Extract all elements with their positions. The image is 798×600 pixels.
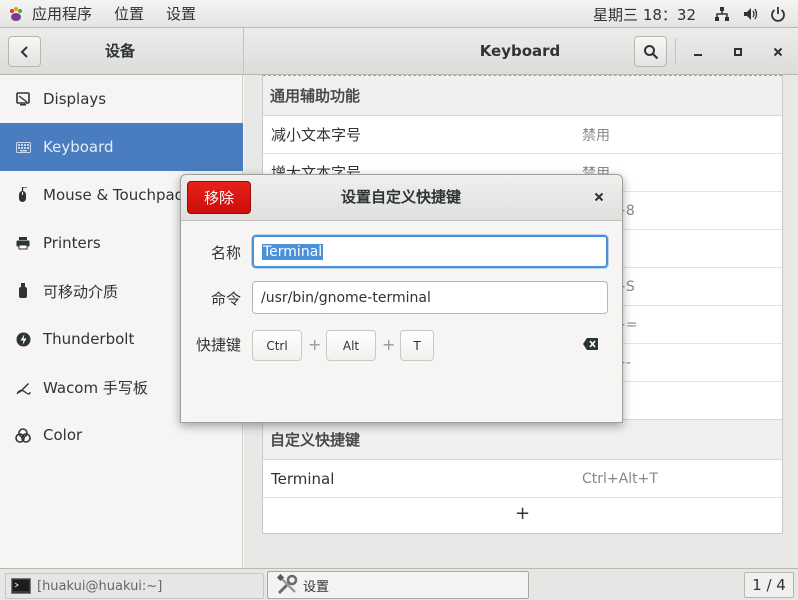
- minimize-icon: [694, 53, 702, 56]
- remove-button[interactable]: 移除: [187, 181, 251, 214]
- mouse-icon: [15, 187, 31, 203]
- custom-shortcut-row[interactable]: Terminal Ctrl+Alt+T: [263, 460, 782, 498]
- dialog-header: 移除 设置自定义快捷键: [181, 175, 622, 221]
- taskbar-item-terminal[interactable]: [huakui@huakui:~]: [5, 573, 264, 599]
- key-t: T: [400, 330, 434, 361]
- terminal-icon: [11, 578, 31, 594]
- color-icon: [15, 427, 31, 443]
- power-icon[interactable]: [770, 6, 786, 22]
- taskbar-item-label: 设置: [303, 579, 330, 595]
- name-field[interactable]: Terminal: [252, 235, 608, 268]
- places-menu-label: 位置: [114, 5, 145, 23]
- taskbar-item-label: [huakui@huakui:~]: [37, 578, 163, 594]
- name-field-value: Terminal: [262, 243, 324, 260]
- keyboard-icon: [15, 139, 31, 155]
- workspace-switcher[interactable]: 1 / 4: [744, 572, 794, 598]
- header-separator: [675, 38, 676, 65]
- taskbar-item-settings[interactable]: 设置: [267, 571, 529, 599]
- settings-menu-label: 设置: [166, 5, 197, 23]
- shortcut-name: Terminal: [271, 469, 335, 488]
- applications-menu-label: 应用程序: [32, 5, 93, 23]
- close-button[interactable]: [763, 36, 793, 67]
- backspace-icon[interactable]: [582, 336, 600, 352]
- header-bar: 设备 Keyboard: [0, 28, 798, 75]
- add-shortcut-button[interactable]: +: [263, 494, 782, 533]
- printer-icon: [15, 235, 31, 251]
- search-icon: [643, 44, 658, 59]
- shortcut-label: 快捷键: [195, 336, 241, 354]
- command-label: 命令: [210, 290, 241, 308]
- header-divider: [243, 28, 244, 75]
- sidebar-item-label: Thunderbolt: [43, 330, 135, 348]
- sidebar-item-displays[interactable]: Displays: [0, 75, 243, 123]
- sidebar-item-label: Keyboard: [43, 138, 114, 156]
- section-custom-header: 自定义快捷键: [263, 420, 782, 460]
- shortcut-value: Ctrl+Alt+T: [582, 470, 658, 487]
- sidebar-item-label: 可移动介质: [43, 282, 119, 301]
- sidebar-item-label: Displays: [43, 90, 107, 108]
- key-plus: +: [382, 335, 396, 354]
- command-field[interactable]: /usr/bin/gnome-terminal: [252, 281, 608, 314]
- tablet-icon: [15, 379, 31, 395]
- back-button[interactable]: [8, 36, 41, 67]
- key-alt: Alt: [326, 330, 376, 361]
- clock[interactable]: 星期三 18：32: [593, 4, 696, 25]
- sidebar-item-keyboard[interactable]: Keyboard: [0, 123, 243, 171]
- maximize-icon: [734, 47, 742, 56]
- network-icon[interactable]: [714, 6, 730, 22]
- gnome-foot-icon: [10, 6, 22, 21]
- removable-media-icon: [15, 283, 31, 299]
- thunderbolt-icon: [15, 331, 31, 347]
- dialog-title: 设置自定义快捷键: [340, 188, 461, 206]
- applications-menu[interactable]: 应用程序: [0, 0, 102, 28]
- key-ctrl: Ctrl: [252, 330, 302, 361]
- shortcut-row[interactable]: 减小文本字号 禁用: [263, 116, 782, 154]
- sidebar-item-label: Wacom 手写板: [43, 378, 148, 397]
- sidebar-item-label: Mouse & Touchpad: [43, 186, 185, 204]
- sidebar-title: 设备: [104, 42, 135, 60]
- settings-menu[interactable]: 设置: [154, 0, 206, 28]
- close-icon: [594, 192, 604, 202]
- panel-title: Keyboard: [479, 42, 561, 60]
- command-field-value: /usr/bin/gnome-terminal: [261, 289, 431, 306]
- settings-tools-icon: [276, 574, 298, 595]
- search-button[interactable]: [634, 36, 667, 67]
- chevron-left-icon: [20, 45, 28, 58]
- section-accessibility-header: 通用辅助功能: [263, 76, 782, 116]
- shortcut-name: 减小文本字号: [271, 126, 362, 144]
- minimize-button[interactable]: [683, 36, 713, 67]
- top-bar: 应用程序 位置 设置 星期三 18：32: [0, 0, 798, 28]
- key-plus: +: [308, 335, 322, 354]
- shortcut-value: 禁用: [582, 127, 610, 144]
- name-label: 名称: [210, 244, 241, 262]
- sidebar-item-label: Printers: [43, 234, 101, 252]
- display-icon: [15, 91, 31, 107]
- bottom-panel: [huakui@huakui:~] 设置 1 / 4: [0, 568, 798, 600]
- maximize-button[interactable]: [723, 36, 753, 67]
- dialog-close-button[interactable]: [587, 185, 611, 209]
- places-menu[interactable]: 位置: [102, 0, 154, 28]
- close-icon: [773, 47, 783, 56]
- volume-icon[interactable]: [742, 6, 758, 22]
- sidebar-item-label: Color: [43, 426, 83, 444]
- custom-shortcut-dialog: 移除 设置自定义快捷键 名称 Terminal 命令 /usr/bin/gnom…: [180, 174, 623, 423]
